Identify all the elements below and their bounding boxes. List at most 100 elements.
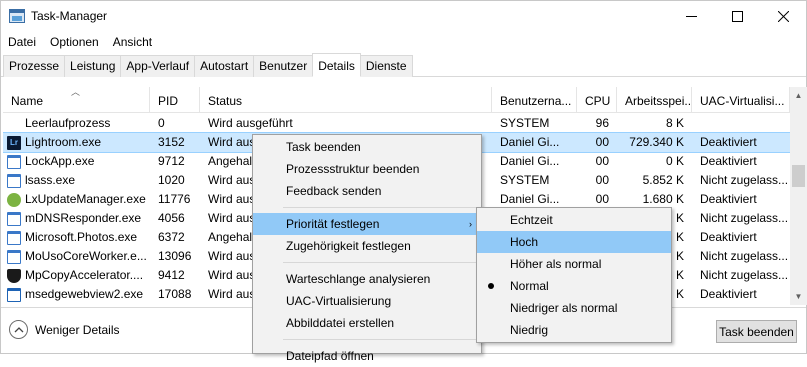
less-details-label: Weniger Details [35, 322, 120, 337]
process-uac: Nicht zugelass... [700, 211, 789, 225]
ctx-prozessstruktur-beenden[interactable]: Prozessstruktur beenden [253, 158, 481, 180]
ctx-task-beenden[interactable]: Task beenden [253, 136, 481, 158]
process-pid: 0 [158, 116, 165, 130]
less-details-button[interactable]: Weniger Details [9, 320, 119, 339]
column-header-uac[interactable]: UAC-Virtualisi... [692, 87, 790, 112]
window-icon [7, 230, 21, 245]
menu-bar: Datei Optionen Ansicht [1, 32, 159, 52]
vertical-scrollbar[interactable]: ▲ ▼ [790, 87, 807, 305]
end-task-button[interactable]: Task beenden [716, 320, 797, 343]
window-icon [7, 173, 21, 188]
ctx-zugehoerigkeit-festlegen[interactable]: Zugehörigkeit festlegen [253, 235, 481, 257]
process-name-text: Microsoft.Photos.exe [25, 230, 138, 244]
process-user: SYSTEM [500, 173, 550, 187]
shield-icon [7, 268, 21, 283]
ctx-prioritaet-festlegen[interactable]: Priorität festlegen › [253, 213, 481, 235]
window-icon [7, 249, 21, 264]
priority-echtzeit[interactable]: Echtzeit [477, 209, 671, 231]
process-user: SYSTEM [500, 116, 550, 130]
task-manager-icon [9, 9, 25, 23]
ctx-uac-virtualisierung[interactable]: UAC-Virtualisierung [253, 290, 481, 312]
tab-app-verlauf[interactable]: App-Verlauf [120, 55, 196, 77]
minimize-icon [685, 16, 697, 17]
scroll-up-icon[interactable]: ▲ [790, 87, 807, 104]
process-uac: Nicht zugelass... [700, 173, 789, 187]
ctx-dateipfad-oeffnen[interactable]: Dateipfad öffnen [253, 345, 481, 367]
process-uac: Deaktiviert [700, 230, 757, 244]
maximize-button[interactable] [714, 1, 760, 32]
ctx-feedback-senden[interactable]: Feedback senden [253, 180, 481, 202]
title-bar: Task-Manager [1, 1, 806, 32]
process-uac: Nicht zugelass... [700, 249, 789, 263]
ctx-abbilddatei-erstellen[interactable]: Abbilddatei erstellen [253, 312, 481, 334]
minimize-button[interactable] [668, 1, 714, 32]
process-pid: 9712 [158, 154, 185, 168]
tab-prozesse[interactable]: Prozesse [3, 55, 66, 77]
process-name-text: Lightroom.exe [25, 135, 102, 149]
ctx-prioritaet-label: Priorität festlegen [286, 217, 380, 231]
blank-icon [7, 117, 21, 131]
update-icon [7, 192, 21, 207]
process-uac: Nicht zugelass... [700, 268, 789, 282]
tab-dienste[interactable]: Dienste [359, 55, 413, 77]
tab-details[interactable]: Details [312, 53, 361, 77]
process-uac: Deaktiviert [700, 135, 757, 149]
maximize-icon [731, 11, 743, 22]
process-name-text: mDNSResponder.exe [25, 211, 142, 225]
chevron-up-icon [9, 320, 28, 339]
process-name-text: LxUpdateManager.exe [25, 192, 146, 206]
process-name-text: LockApp.exe [25, 154, 95, 168]
process-name: MpCopyAccelerator.... [3, 266, 150, 285]
priority-hoch[interactable]: Hoch [477, 231, 671, 253]
close-button[interactable] [760, 1, 806, 32]
radio-bullet-icon [488, 283, 494, 289]
process-cpu: 00 [595, 173, 609, 187]
process-name: LxUpdateManager.exe [3, 190, 150, 209]
menu-optionen[interactable]: Optionen [43, 32, 106, 52]
process-name: LockApp.exe [3, 152, 150, 171]
submenu-arrow-icon: › [469, 219, 472, 229]
scroll-down-icon[interactable]: ▼ [790, 288, 807, 305]
menu-datei[interactable]: Datei [1, 32, 43, 52]
process-name: Lr Lightroom.exe [3, 133, 150, 152]
priority-normal[interactable]: Normal [477, 275, 671, 297]
scrollbar-thumb[interactable] [792, 165, 805, 187]
sort-ascending-icon: ︿ [71, 87, 81, 97]
column-header-status[interactable]: Status [200, 87, 492, 112]
column-header-user[interactable]: Benutzerna... [492, 87, 577, 112]
process-pid: 9412 [158, 268, 185, 282]
menu-ansicht[interactable]: Ansicht [106, 32, 159, 52]
process-name: lsass.exe [3, 171, 150, 190]
process-uac [692, 114, 790, 133]
process-pid: 11776 [158, 192, 191, 206]
process-cpu: 00 [595, 135, 609, 149]
tab-benutzer[interactable]: Benutzer [253, 55, 314, 77]
process-pid: 13096 [158, 249, 192, 263]
priority-niedrig[interactable]: Niedrig [477, 319, 671, 341]
process-uac: Deaktiviert [700, 154, 757, 168]
process-name: MoUsoCoreWorker.e... [3, 247, 150, 266]
column-header-pid[interactable]: PID [150, 87, 200, 112]
process-pid: 1020 [158, 173, 185, 187]
close-icon [777, 11, 789, 22]
priority-submenu: Echtzeit Hoch Höher als normal Normal Ni… [476, 207, 672, 343]
column-header-memory[interactable]: Arbeitsspei... [617, 87, 692, 112]
tab-leistung[interactable]: Leistung [64, 55, 122, 77]
window-title: Task-Manager [31, 9, 108, 23]
priority-hoeher-als-normal[interactable]: Höher als normal [477, 253, 671, 275]
process-pid: 17088 [158, 287, 192, 301]
process-name: Leerlaufprozess [3, 114, 150, 133]
process-name-text: msedgewebview2.exe [25, 287, 144, 301]
table-row[interactable]: Leerlaufprozess 0 Wird ausgeführt SYSTEM 96 8… [3, 114, 790, 133]
ctx-warteschlange-analysieren[interactable]: Warteschlange analysieren [253, 268, 481, 290]
table-header: ︿ Name PID Status Benutzerna... CPU Arbe… [3, 87, 790, 113]
process-cpu: 00 [595, 154, 609, 168]
column-header-cpu[interactable]: CPU [577, 87, 617, 112]
column-header-name[interactable]: ︿ Name [3, 87, 150, 112]
tab-autostart[interactable]: Autostart [194, 55, 255, 77]
process-memory: 729.340 K [629, 135, 684, 149]
process-uac: Deaktiviert [700, 192, 757, 206]
process-cpu: 96 [595, 116, 609, 130]
process-pid: 6372 [158, 230, 185, 244]
priority-niedriger-als-normal[interactable]: Niedriger als normal [477, 297, 671, 319]
